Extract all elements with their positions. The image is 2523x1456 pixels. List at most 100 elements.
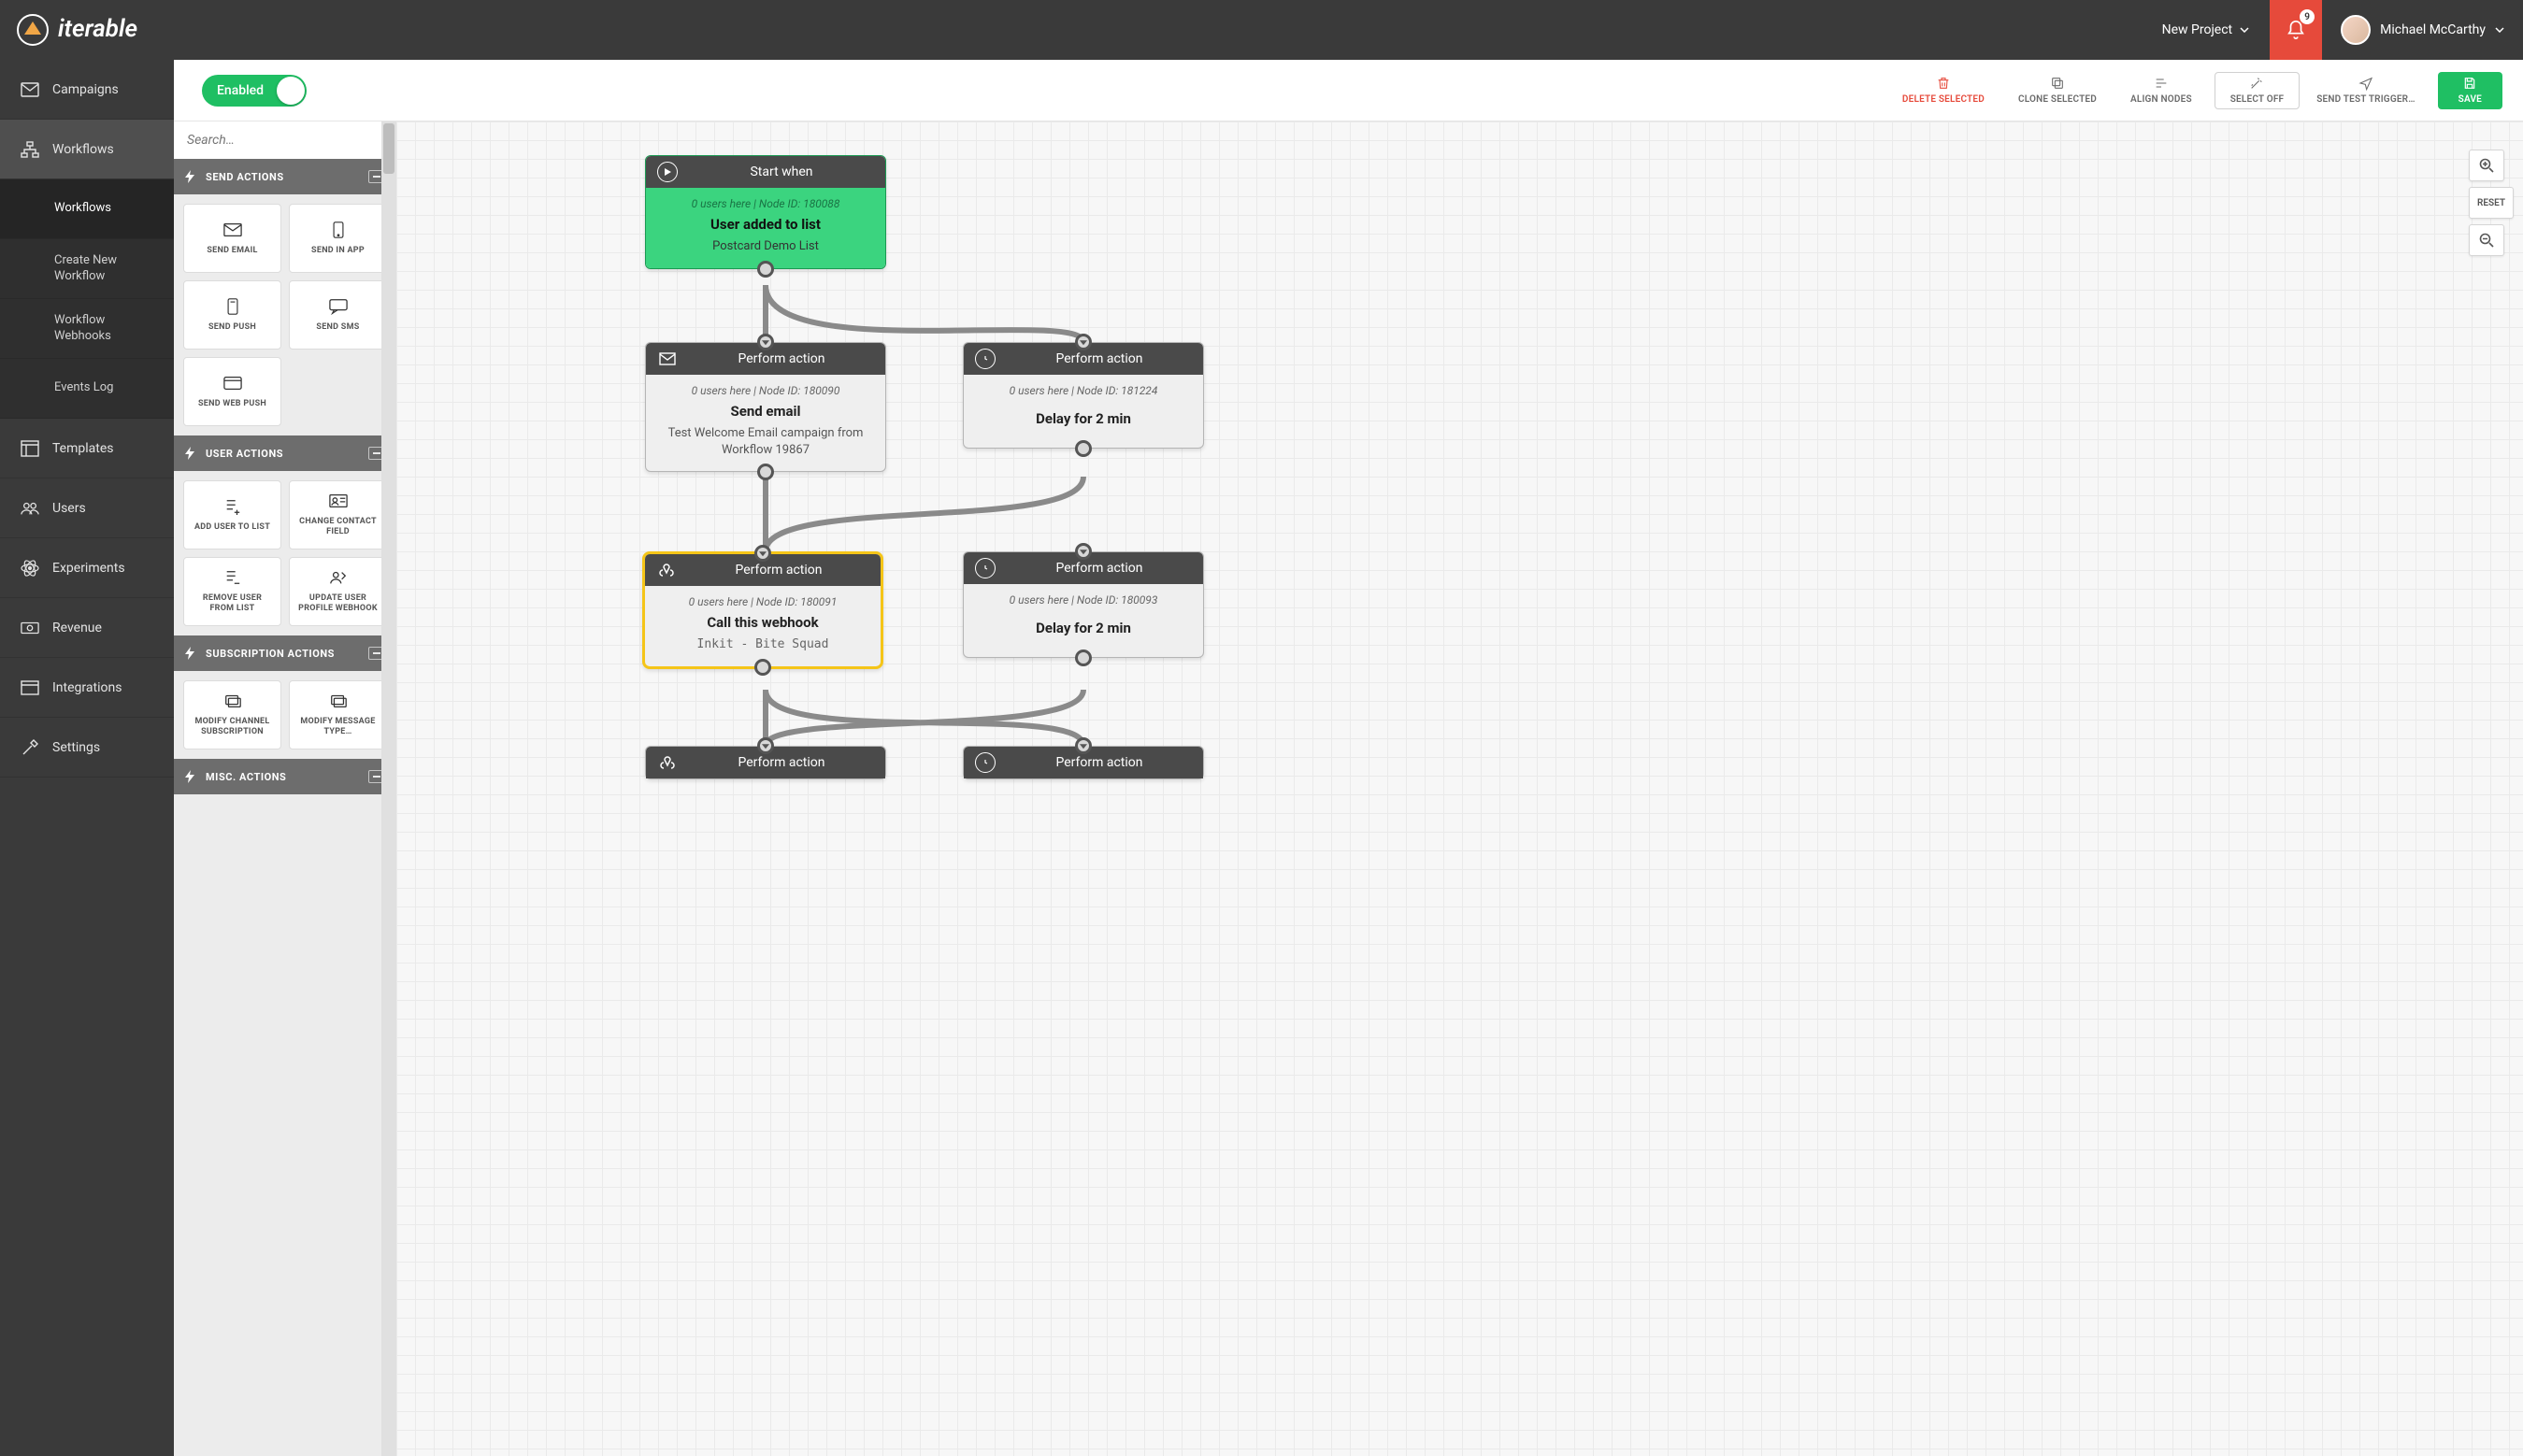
wand-icon <box>2249 76 2264 91</box>
list-add-icon <box>223 498 242 515</box>
output-port[interactable] <box>1075 440 1092 457</box>
clone-selected-button[interactable]: CLONE SELECTED <box>2001 66 2114 115</box>
workflow-icon <box>21 140 39 159</box>
palette-card-change-contact-field[interactable]: CHANGE CONTACT FIELD <box>289 480 387 550</box>
notifications-button[interactable]: 9 <box>2270 0 2322 60</box>
bolt-icon <box>185 770 194 783</box>
envelope-icon <box>223 221 242 238</box>
align-nodes-button[interactable]: ALIGN NODES <box>2114 66 2209 115</box>
sidebar-label: Revenue <box>52 621 102 635</box>
sidebar-item-settings[interactable]: Settings <box>0 718 174 778</box>
browser-icon <box>223 375 242 392</box>
webhook-icon <box>656 560 677 580</box>
node-bottom-left[interactable]: Perform action <box>645 746 886 779</box>
palette-card-send-web-push[interactable]: SEND WEB PUSH <box>183 357 281 426</box>
svg-text:iterable: iterable <box>58 16 137 43</box>
send-test-trigger-button[interactable]: SEND TEST TRIGGER… <box>2300 66 2431 115</box>
save-icon <box>2462 76 2477 91</box>
palette-card-add-user-to-list[interactable]: ADD USER TO LIST <box>183 480 281 550</box>
avatar <box>2341 15 2371 45</box>
select-off-button[interactable]: SELECT OFF <box>2215 72 2300 109</box>
zoom-out-button[interactable] <box>2469 224 2504 256</box>
node-delay-2[interactable]: Perform action 0 users here | Node ID: 1… <box>963 551 1204 658</box>
node-send-email[interactable]: Perform action 0 users here | Node ID: 1… <box>645 342 886 472</box>
sidebar-item-workflows[interactable]: Workflows <box>0 120 174 179</box>
palette-card-send-email[interactable]: SEND EMAIL <box>183 204 281 273</box>
project-name: New Project <box>2162 22 2233 37</box>
sidebar-item-integrations[interactable]: Integrations <box>0 658 174 718</box>
bolt-icon <box>185 170 194 183</box>
stack-icon <box>329 692 348 709</box>
integrations-icon <box>21 678 39 697</box>
clone-icon <box>2050 76 2065 91</box>
stack-icon <box>223 692 242 709</box>
input-port[interactable] <box>757 737 774 754</box>
delete-selected-button[interactable]: DELETE SELECTED <box>1885 66 2001 115</box>
palette-group-subscription-actions[interactable]: SUBSCRIPTION ACTIONS <box>174 635 396 671</box>
input-port[interactable] <box>757 334 774 350</box>
zoom-reset-button[interactable]: RESET <box>2469 187 2514 219</box>
brand-logo: iterable <box>17 14 170 46</box>
input-port[interactable] <box>1075 543 1092 560</box>
envelope-icon <box>657 349 678 369</box>
node-webhook[interactable]: Perform action 0 users here | Node ID: 1… <box>642 551 883 669</box>
envelope-icon <box>21 80 39 99</box>
sidebar-label: Templates <box>52 441 114 456</box>
output-port[interactable] <box>1075 649 1092 666</box>
sidebar-item-campaigns[interactable]: Campaigns <box>0 60 174 120</box>
palette-group-misc-actions[interactable]: MISC. ACTIONS <box>174 759 396 794</box>
sidebar-label: Settings <box>52 740 100 755</box>
input-port[interactable] <box>754 545 771 562</box>
palette-card-send-in-app[interactable]: SEND IN APP <box>289 204 387 273</box>
align-icon <box>2154 76 2169 91</box>
input-port[interactable] <box>1075 334 1092 350</box>
sidebar-label: Campaigns <box>52 82 119 97</box>
sidebar-subitem-events-log[interactable]: Events Log <box>0 359 174 419</box>
chevron-down-icon <box>2240 27 2249 33</box>
zoom-in-button[interactable] <box>2469 150 2504 181</box>
node-bottom-right[interactable]: Perform action <box>963 746 1204 779</box>
input-port[interactable] <box>1075 737 1092 754</box>
sidebar-item-experiments[interactable]: Experiments <box>0 538 174 598</box>
workflow-canvas[interactable]: RESET <box>396 121 2523 1456</box>
output-port[interactable] <box>754 659 771 676</box>
webhook-icon <box>657 752 678 773</box>
palette-group-user-actions[interactable]: USER ACTIONS <box>174 435 396 471</box>
clock-icon <box>975 558 996 578</box>
palette-card-modify-message-type[interactable]: MODIFY MESSAGE TYPE… <box>289 680 387 749</box>
action-palette: SEND ACTIONS SEND EMAIL SEND IN APP SEND… <box>174 121 396 1456</box>
sidebar-subitem-workflow-webhooks[interactable]: Workflow Webhooks <box>0 299 174 359</box>
trash-icon <box>1936 76 1951 91</box>
palette-scrollbar[interactable] <box>381 121 396 1456</box>
palette-card-modify-channel-subscription[interactable]: MODIFY CHANNEL SUBSCRIPTION <box>183 680 281 749</box>
output-port[interactable] <box>757 261 774 278</box>
palette-search[interactable] <box>174 121 396 159</box>
palette-card-update-user-profile-webhook[interactable]: UPDATE USER PROFILE WEBHOOK <box>289 557 387 626</box>
node-delay-1[interactable]: Perform action 0 users here | Node ID: 1… <box>963 342 1204 449</box>
contact-icon <box>329 492 348 509</box>
user-menu[interactable]: Michael McCarthy <box>2322 0 2523 60</box>
chevron-down-icon <box>2495 27 2504 33</box>
palette-card-send-sms[interactable]: SEND SMS <box>289 280 387 350</box>
sidebar-subitem-create-new-workflow[interactable]: Create New Workflow <box>0 239 174 299</box>
sidebar-subitem-workflows[interactable]: Workflows <box>0 179 174 239</box>
sidebar-item-templates[interactable]: Templates <box>0 419 174 478</box>
project-selector[interactable]: New Project <box>2142 0 2271 60</box>
search-input[interactable] <box>174 121 396 159</box>
palette-card-remove-user-from-list[interactable]: REMOVE USER FROM LIST <box>183 557 281 626</box>
output-port[interactable] <box>757 464 774 480</box>
sidebar-item-users[interactable]: Users <box>0 478 174 538</box>
bolt-icon <box>185 647 194 660</box>
sidebar-label: Experiments <box>52 561 125 576</box>
node-start[interactable]: Start when 0 users here | Node ID: 18008… <box>645 155 886 269</box>
sidebar-item-revenue[interactable]: Revenue <box>0 598 174 658</box>
sidebar-label: Users <box>52 501 86 516</box>
enabled-toggle[interactable]: Enabled <box>202 75 307 107</box>
palette-group-send-actions[interactable]: SEND ACTIONS <box>174 159 396 194</box>
mobile-icon <box>223 298 242 315</box>
save-button[interactable]: SAVE <box>2438 72 2502 109</box>
chat-icon <box>329 298 348 315</box>
users-icon <box>21 499 39 518</box>
palette-card-send-push[interactable]: SEND PUSH <box>183 280 281 350</box>
mobile-icon <box>329 221 348 238</box>
